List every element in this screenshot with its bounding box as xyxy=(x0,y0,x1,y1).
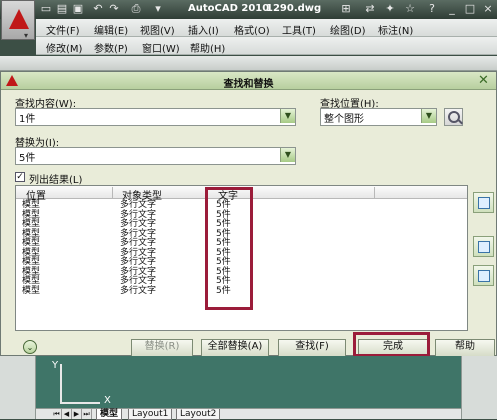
selection-icon xyxy=(478,241,490,253)
app-title: AutoCAD 2010 xyxy=(188,3,270,14)
tab-layout1[interactable]: Layout1 xyxy=(128,409,173,420)
replace-value: 5件 xyxy=(19,153,36,164)
row-location: 模型 xyxy=(22,257,41,267)
drawing-canvas[interactable] xyxy=(36,356,461,408)
autocad-logo[interactable]: ▾ xyxy=(1,0,35,40)
next-tab-icon[interactable]: ▶ xyxy=(72,409,82,419)
row-location: 模型 xyxy=(22,266,41,277)
row-object-type: 多行文字 xyxy=(120,228,157,239)
list-results-label: 列出结果(L) xyxy=(29,175,83,186)
done-button-highlight xyxy=(353,332,430,357)
row-object-type: 多行文字 xyxy=(120,247,157,258)
maximize-icon[interactable]: □ xyxy=(464,3,476,15)
dialog-title: 查找和替换 xyxy=(223,79,274,90)
ucs-x-label: X xyxy=(104,395,111,406)
location-select[interactable]: 整个图形 ▼ xyxy=(320,108,437,126)
first-tab-icon[interactable]: ⏮ xyxy=(52,409,62,419)
select-objects-button[interactable] xyxy=(444,108,463,126)
toolbar xyxy=(0,56,497,71)
menu-bar: 文件(F) 编辑(E) 视图(V) 插入(I) 格式(O) 工具(T) 绘图(D… xyxy=(36,19,497,37)
tools-icon[interactable]: ✦ xyxy=(384,3,396,15)
row-object-type: 多行文字 xyxy=(120,257,157,267)
row-object-type: 多行文字 xyxy=(120,238,157,248)
ucs-x-axis xyxy=(60,402,100,404)
close-icon[interactable]: × xyxy=(482,3,494,15)
chevron-down-icon[interactable]: ▼ xyxy=(280,109,295,123)
dialog-title-bar[interactable]: 查找和替换 ✕ xyxy=(1,72,496,90)
menu-tools[interactable]: 工具(T) xyxy=(282,22,316,37)
selection-all-icon xyxy=(478,270,490,282)
find-value: 1件 xyxy=(19,114,36,125)
open-file-icon[interactable]: ▤ xyxy=(56,3,68,15)
chevron-down-icon[interactable]: ▼ xyxy=(280,148,295,162)
undo-icon[interactable]: ↶ xyxy=(92,3,104,15)
text-column-highlight xyxy=(205,187,253,310)
zoom-icon xyxy=(478,197,490,209)
row-object-type: 多行文字 xyxy=(120,276,157,286)
ucs-y-axis xyxy=(60,364,62,404)
row-object-type: 多行文字 xyxy=(120,209,157,220)
row-location: 模型 xyxy=(22,219,41,229)
menu-window[interactable]: 窗口(W) xyxy=(142,40,180,55)
find-input[interactable]: 1件 ▼ xyxy=(15,108,296,126)
row-location: 模型 xyxy=(22,228,41,239)
title-bar: ▭ ▤ ▣ ↶ ↷ ⎙ ▾ AutoCAD 2010 1290.dwg ⊞ ⇄ … xyxy=(0,0,497,19)
help-icon[interactable]: ? xyxy=(426,3,438,15)
exchange-icon[interactable]: ⇄ xyxy=(364,3,376,15)
right-toolbar xyxy=(461,356,497,419)
zoom-to-highlighted-button[interactable] xyxy=(473,192,494,213)
menu-file[interactable]: 文件(F) xyxy=(46,22,80,37)
row-location: 模型 xyxy=(22,285,41,296)
row-object-type: 多行文字 xyxy=(120,285,157,296)
menu-view[interactable]: 视图(V) xyxy=(140,22,175,37)
row-location: 模型 xyxy=(22,276,41,286)
prev-tab-icon[interactable]: ◀ xyxy=(62,409,72,419)
menu-insert[interactable]: 插入(I) xyxy=(188,22,219,37)
menu-edit[interactable]: 编辑(E) xyxy=(94,22,128,37)
menu-parametric[interactable]: 参数(P) xyxy=(94,40,128,55)
menu-dimension[interactable]: 标注(N) xyxy=(378,22,413,37)
dialog-close-icon[interactable]: ✕ xyxy=(475,73,492,88)
replace-all-button[interactable]: 全部替换(A) xyxy=(201,339,269,357)
file-name: 1290.dwg xyxy=(266,3,322,14)
menu-help[interactable]: 帮助(H) xyxy=(190,40,225,55)
row-object-type: 多行文字 xyxy=(120,219,157,229)
layout-tabs: ⏮ ◀ ▶ ⏭ 模型 Layout1 Layout2 xyxy=(36,408,461,420)
row-location: 模型 xyxy=(22,200,41,210)
find-button[interactable]: 查找(F) xyxy=(278,339,346,357)
menu-format[interactable]: 格式(O) xyxy=(234,22,270,37)
redo-icon[interactable]: ↷ xyxy=(108,3,120,15)
left-toolbar xyxy=(0,356,36,419)
save-icon[interactable]: ▣ xyxy=(72,3,84,15)
magnifier-icon xyxy=(448,111,460,123)
row-object-type: 多行文字 xyxy=(120,266,157,277)
menu-modify[interactable]: 修改(M) xyxy=(46,40,82,55)
create-selection-set-all-button[interactable] xyxy=(473,265,494,286)
help-button[interactable]: 帮助 xyxy=(435,339,495,357)
row-object-type: 多行文字 xyxy=(120,200,157,210)
replace-input[interactable]: 5件 ▼ xyxy=(15,147,296,165)
minimize-icon[interactable]: _ xyxy=(446,3,458,15)
location-value: 整个图形 xyxy=(324,114,364,125)
row-location: 模型 xyxy=(22,238,41,248)
binoculars-icon[interactable]: ⊞ xyxy=(340,3,352,15)
row-location: 模型 xyxy=(22,209,41,220)
list-results-checkbox[interactable]: ✓ xyxy=(15,172,25,182)
row-location: 模型 xyxy=(22,247,41,258)
tab-layout2[interactable]: Layout2 xyxy=(176,409,221,420)
menu-bar-row2: 修改(M) 参数(P) 窗口(W) 帮助(H) xyxy=(36,37,497,55)
create-selection-set-button[interactable] xyxy=(473,236,494,257)
last-tab-icon[interactable]: ⏭ xyxy=(82,409,92,419)
print-icon[interactable]: ⎙ xyxy=(130,3,142,15)
tab-model[interactable]: 模型 xyxy=(96,409,123,420)
dropdown-arrow-icon[interactable]: ▾ xyxy=(152,3,164,15)
expand-options-button[interactable]: ⌄ xyxy=(23,340,37,354)
ucs-y-label: Y xyxy=(52,360,59,371)
new-file-icon[interactable]: ▭ xyxy=(40,3,52,15)
menu-draw[interactable]: 绘图(D) xyxy=(330,22,366,37)
replace-button[interactable]: 替换(R) xyxy=(131,339,193,357)
star-icon[interactable]: ☆ xyxy=(404,3,416,15)
chevron-down-icon[interactable]: ▼ xyxy=(421,109,436,123)
